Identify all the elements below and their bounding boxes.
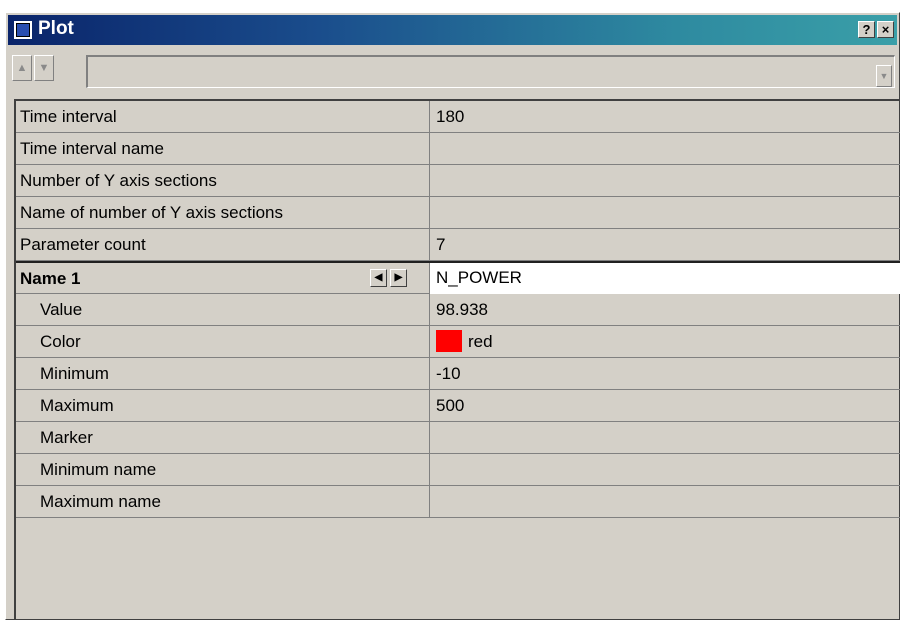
close-button[interactable]: ×	[877, 21, 894, 38]
property-row-parameter-count[interactable]: Parameter count 7	[16, 229, 900, 261]
previous-parameter-button[interactable]: ◀	[370, 269, 387, 287]
toolbar: ▲ ▼ ▼	[8, 51, 897, 88]
property-row-minimum[interactable]: Minimum -10	[16, 358, 900, 390]
arrow-up-icon: ▲	[16, 62, 28, 74]
window-title: Plot	[38, 18, 74, 39]
property-row-maximum[interactable]: Maximum 500	[16, 390, 900, 422]
property-value[interactable]	[430, 454, 900, 485]
property-name: Minimum	[16, 358, 430, 389]
window-icon	[14, 21, 32, 39]
property-value[interactable]	[430, 486, 900, 517]
object-selector-combo[interactable]: ▼	[86, 55, 895, 88]
plot-window: Plot ? × ▲ ▼ ▼ Time interval 180 Time in…	[5, 12, 900, 620]
color-swatch	[436, 330, 462, 353]
title-bar[interactable]: Plot ? ×	[8, 15, 897, 45]
property-row-marker[interactable]: Marker	[16, 422, 900, 454]
property-name: Parameter count	[16, 229, 430, 260]
property-row-color[interactable]: Color red	[16, 326, 900, 358]
property-value[interactable]	[430, 133, 900, 164]
property-name: Color	[16, 326, 430, 357]
property-value[interactable]: 7	[430, 229, 900, 260]
help-button[interactable]: ?	[858, 21, 875, 38]
property-grid: Time interval 180 Time interval name Num…	[14, 99, 900, 619]
property-name: Number of Y axis sections	[16, 165, 430, 196]
arrow-left-icon: ◀	[374, 272, 383, 283]
name-value-field[interactable]: N_POWER	[430, 263, 900, 294]
property-name: Maximum name	[16, 486, 430, 517]
property-value[interactable]	[430, 197, 900, 228]
move-down-button[interactable]: ▼	[34, 55, 54, 81]
property-row-y-sections-name[interactable]: Name of number of Y axis sections	[16, 197, 900, 229]
property-row-time-interval-name[interactable]: Time interval name	[16, 133, 900, 165]
property-row-maximum-name[interactable]: Maximum name	[16, 486, 900, 518]
property-name: Time interval	[16, 101, 430, 132]
combo-dropdown-button[interactable]: ▼	[876, 65, 892, 87]
property-name: Time interval name	[16, 133, 430, 164]
arrow-down-icon: ▼	[38, 62, 50, 74]
property-value[interactable]: -10	[430, 358, 900, 389]
property-row-y-sections[interactable]: Number of Y axis sections	[16, 165, 900, 197]
property-row-value[interactable]: Value 98.938	[16, 294, 900, 326]
selected-name-label: Name 1	[20, 269, 81, 288]
property-name: Marker	[16, 422, 430, 453]
property-value[interactable]	[430, 422, 900, 453]
property-value[interactable]: red	[430, 326, 900, 357]
property-value[interactable]: 500	[430, 390, 900, 421]
property-value[interactable]: 98.938	[430, 294, 900, 325]
property-row-minimum-name[interactable]: Minimum name	[16, 454, 900, 486]
property-row-time-interval[interactable]: Time interval 180	[16, 101, 900, 133]
color-value-text: red	[468, 332, 493, 351]
property-name: Name of number of Y axis sections	[16, 197, 430, 228]
property-name: Maximum	[16, 390, 430, 421]
arrow-right-icon: ▶	[394, 272, 403, 283]
move-up-button[interactable]: ▲	[12, 55, 32, 81]
property-name: Minimum name	[16, 454, 430, 485]
dropdown-arrow-icon: ▼	[879, 71, 889, 81]
property-value[interactable]	[430, 165, 900, 196]
property-value[interactable]: 180	[430, 101, 900, 132]
next-parameter-button[interactable]: ▶	[390, 269, 407, 287]
property-name: Value	[16, 294, 430, 325]
property-name: Name 1 ◀ ▶	[16, 263, 430, 294]
property-row-name-1[interactable]: Name 1 ◀ ▶ N_POWER	[16, 261, 900, 294]
